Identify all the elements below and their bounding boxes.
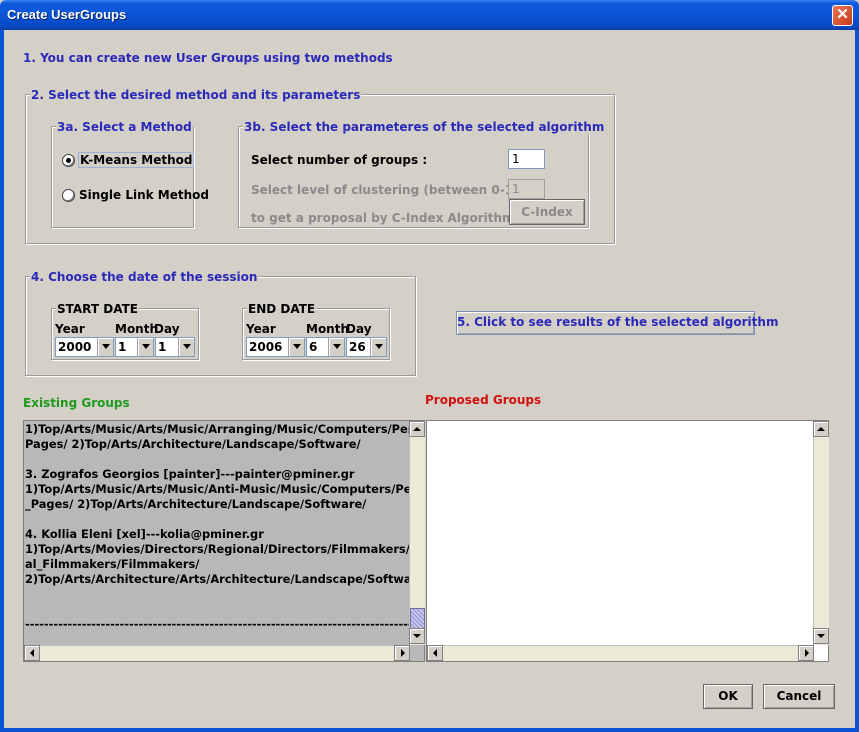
proposed-horizontal-scrollbar[interactable] (427, 645, 814, 661)
scroll-right-icon[interactable] (798, 645, 814, 661)
algorithm-parameters-legend: 3b. Select the parameteres of the select… (243, 120, 606, 134)
select-method-group (51, 126, 194, 228)
existing-groups-line: 4. Kollia Eleni [xel]---kolia@pminer.gr (25, 527, 264, 541)
chevron-down-icon[interactable] (137, 338, 153, 356)
clustering-level-label: Select level of clustering (between 0-1) (251, 183, 519, 197)
existing-groups-line: 1)Top/Arts/Movies/Directors/Regional/Dir… (25, 542, 409, 556)
title-bar[interactable] (0, 0, 859, 30)
existing-groups-line: 3. Zografos Georgios [painter]---painter… (25, 467, 355, 481)
ok-button[interactable]: OK (703, 684, 753, 709)
start-year-label: Year (55, 322, 85, 336)
end-month-value: 6 (309, 340, 318, 354)
single-link-radio[interactable] (62, 189, 75, 202)
session-date-legend: 4. Choose the date of the session (30, 270, 259, 284)
groups-count-input[interactable]: 1 (508, 149, 545, 169)
kmeans-label[interactable]: K-Means Method (77, 152, 195, 168)
scroll-down-icon[interactable] (813, 628, 829, 644)
existing-groups-line: ----------------------------------------… (25, 617, 409, 631)
proposed-groups-area[interactable] (426, 420, 829, 662)
end-month-label: Month (306, 322, 350, 336)
scroll-left-icon[interactable] (24, 645, 40, 661)
existing-groups-line (25, 512, 409, 527)
existing-groups-line: Pages/ 2)Top/Arts/Architecture/Landscape… (25, 437, 361, 451)
close-button[interactable]: ✕ (832, 5, 853, 26)
chevron-down-icon[interactable] (178, 338, 194, 356)
single-link-label[interactable]: Single Link Method (79, 188, 209, 202)
existing-vertical-scrollbar[interactable] (409, 421, 425, 645)
scroll-up-icon[interactable] (409, 421, 425, 437)
existing-groups-area[interactable]: 1)Top/Arts/Music/Arts/Music/Arranging/Mu… (23, 420, 425, 662)
close-icon: ✕ (836, 6, 849, 23)
scroll-up-icon[interactable] (813, 421, 829, 437)
existing-groups-line: 1)Top/Arts/Music/Arts/Music/Arranging/Mu… (25, 422, 409, 436)
end-year-label: Year (246, 322, 276, 336)
proposed-vertical-scrollbar[interactable] (813, 421, 829, 645)
proposed-groups-label: Proposed Groups (425, 393, 542, 407)
start-month-label: Month (115, 322, 159, 336)
start-day-label: Day (154, 322, 180, 336)
chevron-down-icon[interactable] (97, 338, 113, 356)
start-year-select[interactable]: 2000 (55, 337, 114, 357)
start-month-select[interactable]: 1 (115, 337, 154, 357)
scroll-down-icon[interactable] (409, 628, 425, 644)
existing-groups-line (25, 452, 409, 467)
scroll-left-icon[interactable] (427, 645, 443, 661)
chevron-down-icon[interactable] (288, 338, 304, 356)
end-date-legend: END DATE (247, 302, 317, 316)
kmeans-radio[interactable] (62, 154, 75, 167)
existing-groups-line: 1)Top/Arts/Music/Arts/Music/Anti-Music/M… (25, 482, 409, 496)
end-day-value: 26 (349, 340, 366, 354)
cancel-button[interactable]: Cancel (763, 684, 835, 709)
cindex-button[interactable]: C-Index (509, 199, 585, 225)
existing-groups-line: al_Filmmakers/Filmmakers/ (25, 557, 200, 571)
cindex-hint-label: to get a proposal by C-Index Algorithm c… (251, 211, 550, 225)
chevron-down-icon[interactable] (370, 338, 386, 356)
existing-groups-line (25, 602, 409, 617)
start-day-value: 1 (158, 340, 167, 354)
end-month-select[interactable]: 6 (306, 337, 345, 357)
existing-horizontal-scrollbar[interactable] (24, 645, 410, 661)
scroll-right-icon[interactable] (394, 645, 410, 661)
start-month-value: 1 (118, 340, 127, 354)
existing-groups-line: _Pages/ 2)Top/Arts/Architecture/Landscap… (25, 497, 367, 511)
start-year-value: 2000 (58, 340, 92, 354)
start-day-select[interactable]: 1 (155, 337, 195, 357)
start-date-legend: START DATE (56, 302, 139, 316)
existing-groups-text: 1)Top/Arts/Music/Arts/Music/Arranging/Mu… (25, 422, 409, 632)
window-frame-right (855, 30, 859, 732)
existing-groups-line: 2)Top/Arts/Architecture/Arts/Architectur… (25, 572, 409, 586)
existing-groups-label: Existing Groups (23, 396, 130, 410)
select-method-legend: 3a. Select a Method (56, 120, 193, 134)
window-title: Create UserGroups (7, 7, 127, 22)
groups-count-label: Select number of groups : (251, 153, 428, 167)
show-results-button[interactable]: 5. Click to see results of the selected … (456, 311, 778, 335)
end-day-label: Day (346, 322, 372, 336)
end-year-value: 2006 (249, 340, 283, 354)
method-parameters-legend: 2. Select the desired method and its par… (30, 88, 362, 102)
chevron-down-icon[interactable] (328, 338, 344, 356)
end-day-select[interactable]: 26 (346, 337, 387, 357)
intro-text: 1. You can create new User Groups using … (23, 51, 393, 65)
clustering-level-input[interactable]: 1 (508, 179, 545, 199)
existing-groups-line (25, 587, 409, 602)
end-year-select[interactable]: 2006 (246, 337, 305, 357)
scroll-thumb[interactable] (410, 608, 425, 630)
window-frame-bottom (0, 728, 859, 732)
